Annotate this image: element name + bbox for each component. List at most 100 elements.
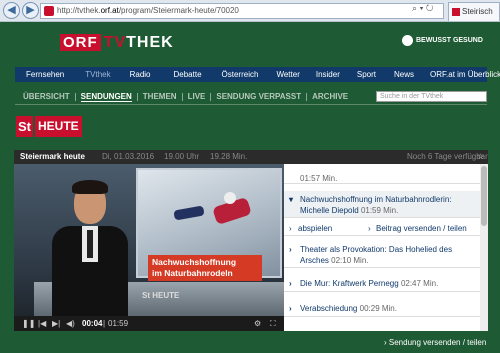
url-path: /program/Steiermark-heute/70020 [118,6,239,15]
list-item-title-cut [300,164,480,173]
volume-icon[interactable]: ◀) [66,316,75,331]
steiermark-heute-logo: St HEUTE [16,116,82,137]
list-item-title: Verabschiedung [300,304,358,313]
browser-toolbar: ◀ ▶ http://tvthek.orf.at/program/Steierm… [0,0,500,22]
subnav-uebersicht[interactable]: ÜBERSICHT [23,92,70,101]
play-link[interactable]: abspielen [298,222,332,236]
episode-date: Di, 01.03.2016 [102,152,155,161]
nav-sport[interactable]: Sport [357,70,376,79]
expand-arrow-icon: ▾ [289,195,294,204]
player-controls: ❚❚ |◀ ▶| ◀) 00:04 | 01:59 ⚙ ⛶ [14,316,284,331]
main-navigation: Fernsehen TVthek Radio Debatte Österreic… [15,67,500,82]
favicon-icon [44,6,54,16]
item-actions: › abspielen › Beitrag versenden / teilen [284,222,480,236]
nav-tvthek[interactable]: TVthek [85,70,110,79]
refresh-icon[interactable]: ↻ [426,3,434,13]
list-item-duration: 01:57 Min. [300,174,338,183]
previous-icon[interactable]: |◀ [38,316,46,331]
list-item[interactable]: › Die Mur: Kraftwerk Pernegg 02:47 Min. [284,276,480,292]
player-info-bar: Steiermark heute Di, 01.03.2016 19.00 Uh… [14,150,488,164]
next-icon[interactable]: ▶| [52,316,60,331]
list-item[interactable]: › Theater als Provokation: Das Hohelied … [284,242,480,268]
caption-line-1: Nachwuchshoffnung [152,257,237,267]
send-share-label: Sendung versenden / teilen [388,338,487,347]
playlist-scrollbar-thumb[interactable] [481,166,487,226]
list-item-duration: 02:10 Min. [331,256,369,265]
subnav-sendung-verpasst[interactable]: SENDUNG VERPASST [216,92,301,101]
favorite-star-icon[interactable]: ☆ [477,150,484,164]
play-arrow-icon: › [289,224,292,233]
subnav-archive[interactable]: ARCHIVE [312,92,348,101]
send-share-link[interactable]: › Sendung versenden / teilen [384,338,486,347]
video-caption-banner: Nachwuchshoffnung im Naturbahnrodeln [148,255,262,281]
list-item-duration: 02:47 Min. [400,279,439,288]
bewusst-gesund-link[interactable]: BEWUSST GESUND [402,35,483,46]
nav-news[interactable]: News [394,70,414,79]
video-player[interactable]: Nachwuchshoffnung im Naturbahnrodeln St … [14,164,284,316]
time-separator: | [103,319,106,328]
orf-tvthek-logo[interactable]: ORF TVTHEK [60,34,174,51]
current-time: 00:04 [82,319,103,328]
video-bug-logo: St HEUTE [142,291,180,300]
expand-arrow-icon: › [289,279,292,288]
settings-icon[interactable]: ⚙ [254,316,261,331]
episode-title: Steiermark heute [20,152,85,161]
subnav-separator [210,92,212,101]
logo-thek: THEK [126,33,174,51]
nav-orf-ueberblick[interactable]: ORF.at im Überblick [430,70,500,79]
nav-radio[interactable]: Radio [130,70,151,79]
forward-button[interactable]: ▶ [22,2,39,19]
nav-oesterreich[interactable]: Österreich [222,70,259,79]
episode-end: 19.28 Min. [210,152,248,161]
total-duration: 01:59 [108,319,129,328]
subnav-separator [74,92,76,101]
subnav-sendungen[interactable]: SENDUNGEN [80,92,132,102]
episode-start: 19.00 Uhr [164,152,200,161]
logo-tv: TV [103,33,127,51]
list-item-duration: 01:59 Min. [360,206,399,215]
subnav-live[interactable]: LIVE [188,92,206,101]
browser-tab[interactable]: Steirisch [448,2,500,21]
fullscreen-icon[interactable]: ⛶ [270,316,276,331]
episode-playlist: 01:57 Min. ▾ Nachwuchshoffnung im Naturb… [284,164,488,331]
url-domain: orf.at [100,6,119,15]
subnav-separator [181,92,183,101]
list-item-active[interactable]: ▾ Nachwuchshoffnung im Naturbahnrodlerin… [284,191,480,218]
divider [15,104,487,105]
anchor-hair [72,180,108,194]
tvthek-logo-text: TVTHEK [104,34,174,52]
logo-st: St [16,116,33,137]
back-button[interactable]: ◀ [3,2,20,19]
share-link[interactable]: Beitrag versenden / teilen [376,222,467,236]
tab-label: Steirisch [462,7,493,16]
subnav-separator [306,92,308,101]
nav-fernsehen[interactable]: Fernsehen [26,70,64,79]
subnav-themen[interactable]: THEMEN [143,92,177,101]
list-item-title: Die Mur: Kraftwerk Pernegg [300,279,399,288]
list-item-duration: 00:29 Min. [359,304,397,313]
rider-image [224,192,236,204]
list-item[interactable]: › Verabschiedung 00:29 Min. [284,301,480,317]
list-item-title: Theater als Provokation: Das Hohelied de… [300,245,453,265]
list-item[interactable]: 01:57 Min. [284,164,480,184]
bewusst-gesund-label: BEWUSST GESUND [416,37,483,44]
address-tools: ⌕ ▾ ↻ [412,3,433,14]
tab-favicon-icon [452,8,460,16]
search-input[interactable]: Suche in der TVthek [376,91,487,102]
anchor-tie [87,230,93,258]
orf-logo: ORF [60,34,101,51]
expand-arrow-icon: › [289,245,292,254]
nav-wetter[interactable]: Wetter [276,70,299,79]
search-icon[interactable]: ⌕ [412,3,417,13]
url-prefix: http://tvthek. [57,6,101,15]
pause-icon[interactable]: ❚❚ [22,316,35,331]
logo-heute: HEUTE [35,116,82,137]
nav-insider[interactable]: Insider [316,70,340,79]
subnav-separator [136,92,138,101]
expand-arrow-icon: › [289,304,292,313]
availability-text: Noch 6 Tage verfügbar [407,152,488,161]
dropdown-icon[interactable]: ▾ [420,3,424,13]
share-arrow-icon: › [368,224,371,233]
nav-debatte[interactable]: Debatte [174,70,202,79]
address-bar[interactable]: http://tvthek.orf.at/program/Steiermark-… [40,3,444,19]
